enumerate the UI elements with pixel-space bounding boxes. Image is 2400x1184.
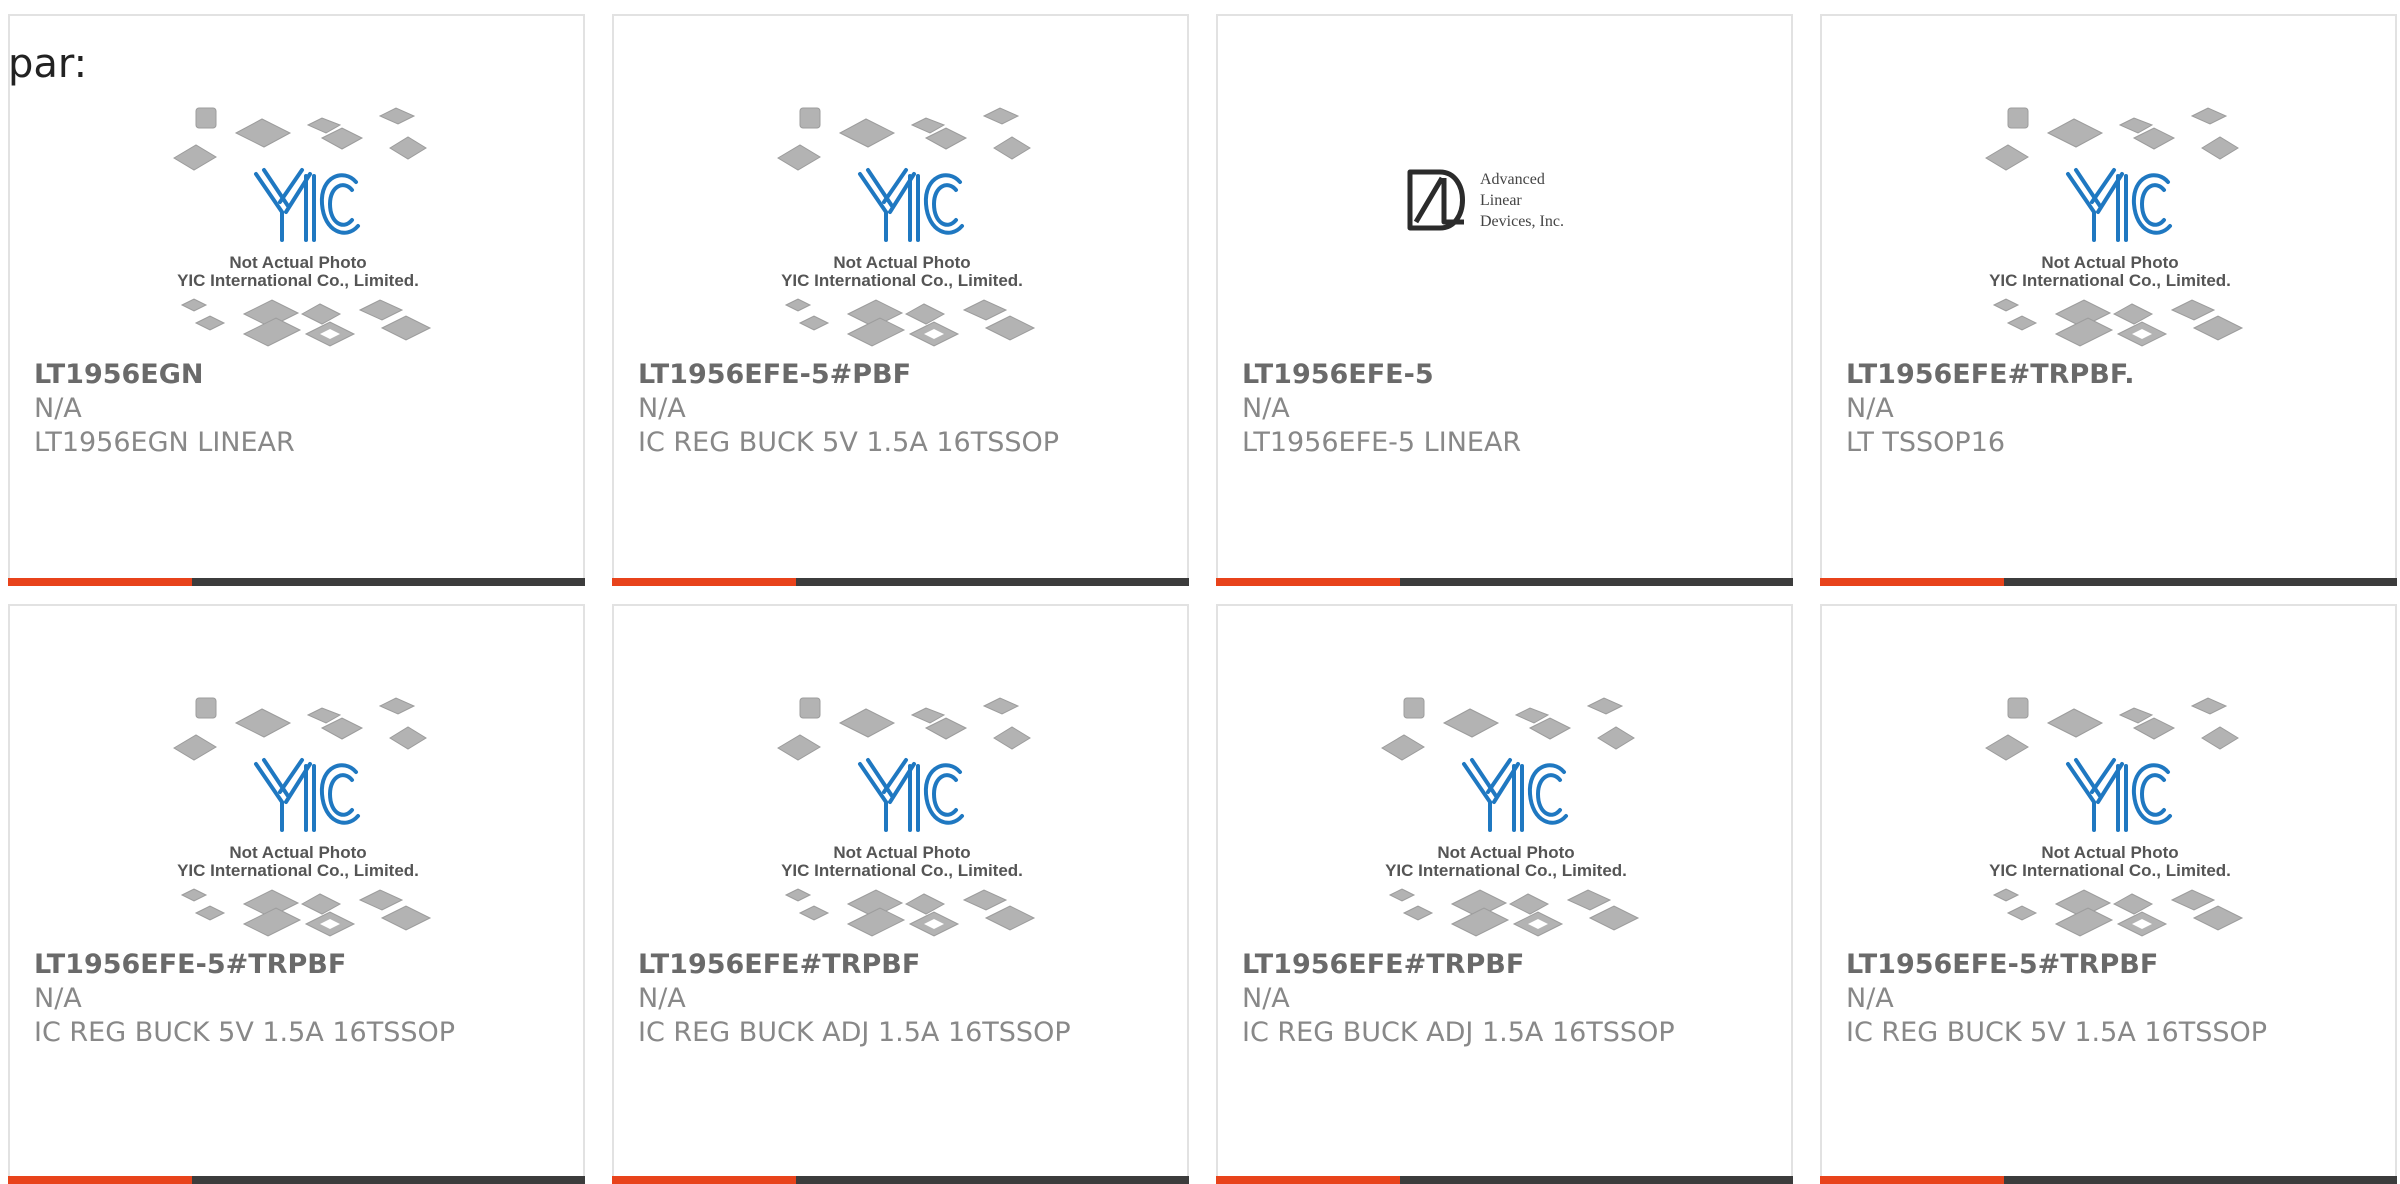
product-card[interactable]: Not Actual Photo YIC International Co., … <box>1820 604 2397 1184</box>
page-label: par: <box>8 41 88 87</box>
placeholder-caption-2: YIC International Co., Limited. <box>177 271 419 290</box>
product-info: LT1956EFE#TRPBF N/A IC REG BUCK ADJ 1.5A 1… <box>638 948 1177 1050</box>
product-card[interactable]: Not Actual Photo YIC International Co., … <box>612 604 1189 1184</box>
description: LT TSSOP16 <box>1846 427 2006 458</box>
product-photo-placeholder: Not Actual Photo YIC International Co., … <box>173 697 432 937</box>
product-photo-placeholder: Not Actual Photo YIC International Co., … <box>777 107 1036 347</box>
product-info: LT1956EFE-5#PBF N/A IC REG BUCK 5V 1.5A 16… <box>638 358 1177 460</box>
placeholder-caption-2: YIC International Co., Limited. <box>781 861 1023 880</box>
description: IC REG BUCK 5V 1.5A 16TSSOP <box>34 1017 456 1048</box>
description: IC REG BUCK ADJ 1.5A 16TSSOP <box>638 1017 1071 1048</box>
part-number[interactable]: LT1956EFE-5#PBF <box>638 358 1177 392</box>
product-info: LT1956EFE-5 N/A LT1956EFE-5 LINEAR <box>1242 358 1781 460</box>
manufacturer: N/A <box>638 393 686 424</box>
product-info: LT1956EFE-5#TRPBF N/A IC REG BUCK 5V 1.5A … <box>1846 948 2385 1050</box>
ald-logo-line-2: Linear <box>1480 192 1522 209</box>
product-card[interactable]: Not Actual Photo YIC International Co., … <box>612 14 1189 586</box>
placeholder-caption-1: Not Actual Photo <box>229 253 366 272</box>
manufacturer: N/A <box>1846 393 1894 424</box>
product-photo-placeholder: Not Actual Photo YIC International Co., … <box>777 697 1036 937</box>
product-image[interactable]: Not Actual Photo YIC International Co., … <box>10 606 583 951</box>
product-image[interactable]: Not Actual Photo YIC International Co., … <box>1822 16 2395 361</box>
card-accent-bar <box>612 1176 796 1184</box>
placeholder-caption-2: YIC International Co., Limited. <box>1989 861 2231 880</box>
card-bottom-bar <box>8 578 585 586</box>
description: IC REG BUCK 5V 1.5A 16TSSOP <box>1846 1017 2268 1048</box>
card-accent-bar <box>1820 578 2004 586</box>
placeholder-caption-2: YIC International Co., Limited. <box>781 271 1023 290</box>
placeholder-caption-1: Not Actual Photo <box>833 253 970 272</box>
card-bottom-bar <box>612 578 1189 586</box>
ald-logo-line-3: Devices, Inc. <box>1480 213 1564 230</box>
manufacturer-logo: Advanced Linear Devices, Inc. <box>1407 169 1564 231</box>
card-bottom-bar <box>1820 578 2397 586</box>
product-card[interactable]: Not Actual Photo YIC International Co., … <box>8 604 585 1184</box>
product-image[interactable]: Not Actual Photo YIC International Co., … <box>1822 606 2395 951</box>
card-accent-bar <box>1216 578 1400 586</box>
description: LT1956EFE-5 LINEAR <box>1242 427 1522 458</box>
product-image[interactable]: Not Actual Photo YIC International Co., … <box>614 606 1187 951</box>
product-image[interactable]: Not Actual Photo YIC International Co., … <box>10 16 583 361</box>
placeholder-caption-1: Not Actual Photo <box>2041 253 2178 272</box>
part-number[interactable]: LT1956EFE#TRPBF. <box>1846 358 2385 392</box>
product-info: LT1956EFE#TRPBF N/A IC REG BUCK ADJ 1.5A 1… <box>1242 948 1781 1050</box>
description: IC REG BUCK 5V 1.5A 16TSSOP <box>638 427 1060 458</box>
product-photo-placeholder: Not Actual Photo YIC International Co., … <box>1381 697 1640 937</box>
card-bottom-bar <box>1820 1176 2397 1184</box>
card-accent-bar <box>1820 1176 2004 1184</box>
product-photo-placeholder: Not Actual Photo YIC International Co., … <box>173 107 432 347</box>
card-accent-bar <box>8 578 192 586</box>
product-info: LT1956EFE#TRPBF. N/A LT TSSOP16 <box>1846 358 2385 460</box>
placeholder-caption-1: Not Actual Photo <box>833 843 970 862</box>
product-card[interactable]: Not Actual Photo YIC International Co., … <box>1216 604 1793 1184</box>
placeholder-caption-2: YIC International Co., Limited. <box>177 861 419 880</box>
part-number[interactable]: LT1956EGN <box>34 358 573 392</box>
part-number[interactable]: LT1956EFE#TRPBF <box>638 948 1177 982</box>
product-grid: Not Actual Photo YIC International Co., … <box>0 0 2400 1184</box>
placeholder-caption-1: Not Actual Photo <box>2041 843 2178 862</box>
part-number[interactable]: LT1956EFE-5 <box>1242 358 1781 392</box>
card-accent-bar <box>612 578 796 586</box>
ald-logo-line-1: Advanced <box>1480 171 1545 188</box>
part-number[interactable]: LT1956EFE-5#TRPBF <box>34 948 573 982</box>
product-card[interactable]: Not Actual Photo YIC International Co., … <box>1820 14 2397 586</box>
product-image[interactable]: Not Actual Photo YIC International Co., … <box>614 16 1187 361</box>
card-bottom-bar <box>8 1176 585 1184</box>
card-accent-bar <box>8 1176 192 1184</box>
product-card[interactable]: Advanced Linear Devices, Inc. LT1956EFE-… <box>1216 14 1793 586</box>
product-photo-placeholder: Not Actual Photo YIC International Co., … <box>1985 697 2244 937</box>
card-bottom-bar <box>612 1176 1189 1184</box>
product-card[interactable]: Not Actual Photo YIC International Co., … <box>8 14 585 586</box>
manufacturer: N/A <box>34 393 82 424</box>
card-bottom-bar <box>1216 1176 1793 1184</box>
placeholder-caption-1: Not Actual Photo <box>1437 843 1574 862</box>
manufacturer: N/A <box>1242 983 1290 1014</box>
product-info: LT1956EFE-5#TRPBF N/A IC REG BUCK 5V 1.5A … <box>34 948 573 1050</box>
product-info: LT1956EGN N/A LT1956EGN LINEAR <box>34 358 573 460</box>
product-photo-placeholder: Not Actual Photo YIC International Co., … <box>1985 107 2244 347</box>
card-bottom-bar <box>1216 578 1793 586</box>
part-number[interactable]: LT1956EFE#TRPBF <box>1242 948 1781 982</box>
description: IC REG BUCK ADJ 1.5A 16TSSOP <box>1242 1017 1675 1048</box>
placeholder-caption-2: YIC International Co., Limited. <box>1385 861 1627 880</box>
card-accent-bar <box>1216 1176 1400 1184</box>
manufacturer: N/A <box>34 983 82 1014</box>
description: LT1956EGN LINEAR <box>34 427 295 458</box>
placeholder-caption-1: Not Actual Photo <box>229 843 366 862</box>
product-image[interactable]: Advanced Linear Devices, Inc. <box>1218 16 1791 361</box>
product-image[interactable]: Not Actual Photo YIC International Co., … <box>1218 606 1791 951</box>
manufacturer: N/A <box>638 983 686 1014</box>
part-number[interactable]: LT1956EFE-5#TRPBF <box>1846 948 2385 982</box>
manufacturer: N/A <box>1242 393 1290 424</box>
manufacturer: N/A <box>1846 983 1894 1014</box>
placeholder-caption-2: YIC International Co., Limited. <box>1989 271 2231 290</box>
